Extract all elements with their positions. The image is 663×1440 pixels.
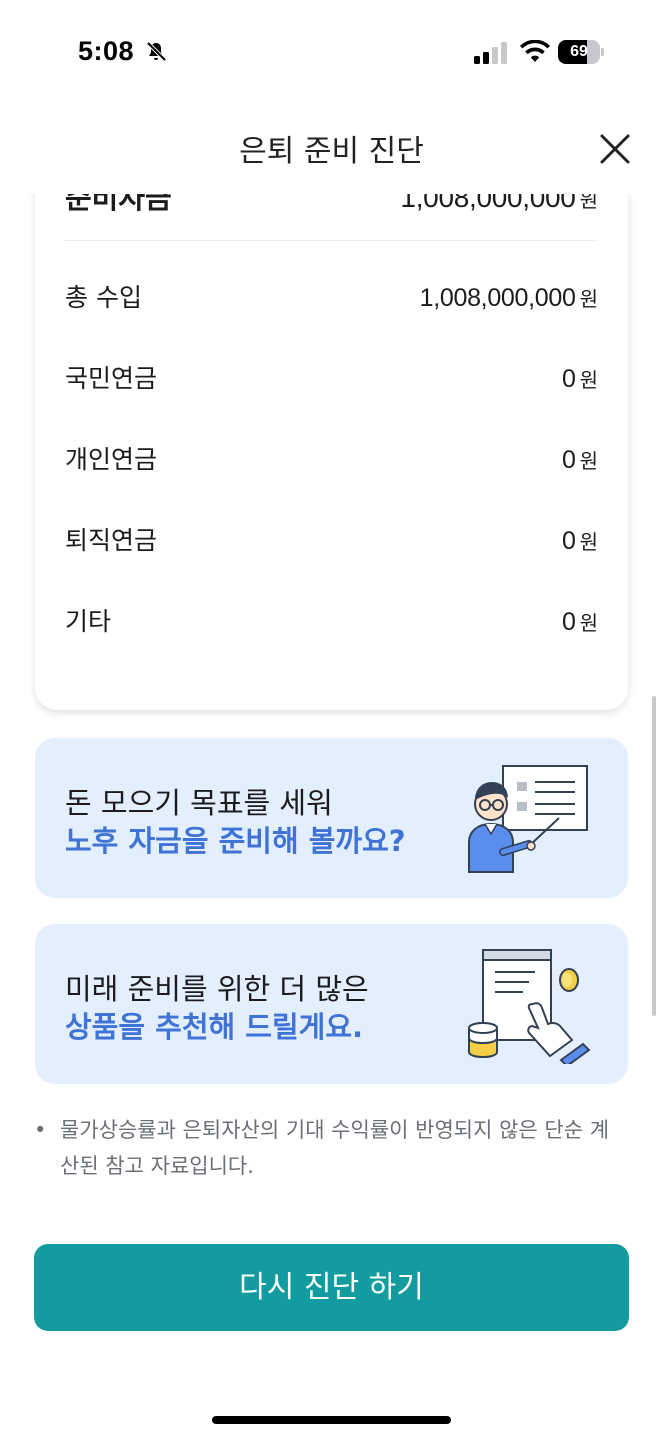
battery-level: 69 <box>570 43 588 60</box>
summary-row-total-income: 총 수입 1,008,000,000 원 <box>65 278 598 318</box>
teacher-board-icon <box>468 765 588 873</box>
summary-main-label: 준비자금 <box>65 194 172 215</box>
row-amount: 0원 <box>561 365 598 393</box>
wifi-icon <box>520 40 550 62</box>
row-label: 총 수입 <box>65 283 142 312</box>
bell-slash-icon <box>146 41 167 62</box>
summary-row-personal-pension: 개인연금 0원 <box>65 440 598 480</box>
promo-highlight: 노후 자금을 준비해 볼까요? <box>65 824 406 858</box>
close-icon[interactable] <box>596 130 634 168</box>
status-time: 5:08 <box>78 36 135 66</box>
page-title: 은퇴 준비 진단 <box>239 134 424 169</box>
bullet: • <box>34 1118 47 1142</box>
promo-text: 미래 준비를 위한 더 많은 <box>65 972 369 1006</box>
row-amount: 1,008,000,000 원 <box>419 284 598 312</box>
row-label: 퇴직연금 <box>65 526 158 555</box>
battery-indicator: 69 <box>558 40 604 64</box>
summary-main-amount: 1,008,000,000 원 <box>400 194 598 213</box>
summary-main-row: 준비자금 1,008,000,000 원 <box>65 194 598 218</box>
summary-row-other: 기타 0원 <box>65 602 598 642</box>
promo-banner-savings-goal[interactable]: 돈 모으기 목표를 세워 노후 자금을 준비해 볼까요? <box>35 738 628 898</box>
scroll-content[interactable]: 준비자금 1,008,000,000 원 총 수입 1,008,000,000 원 … <box>0 194 663 1240</box>
rediagnose-button[interactable]: 다시 진단 하기 <box>34 1244 629 1331</box>
disclaimer-note: • 물가상승률과 은퇴자산의 기대 수익률이 반영되지 않은 단순 계산된 참고… <box>34 1112 628 1184</box>
divider <box>65 240 598 241</box>
summary-card: 준비자금 1,008,000,000 원 총 수입 1,008,000,000 원 … <box>35 194 628 710</box>
summary-row-retirement-pension: 퇴직연금 0원 <box>65 521 598 561</box>
promo-text: 돈 모으기 목표를 세워 <box>65 786 333 820</box>
home-indicator[interactable] <box>212 1416 451 1424</box>
scrollbar[interactable] <box>652 696 656 1016</box>
row-label: 개인연금 <box>65 445 158 474</box>
summary-row-national-pension: 국민연금 0원 <box>65 359 598 399</box>
cellular-signal-icon <box>474 42 507 64</box>
status-bar: 5:08 69 <box>0 0 663 100</box>
row-amount: 0원 <box>561 527 598 555</box>
disclaimer-text: 물가상승률과 은퇴자산의 기대 수익률이 반영되지 않은 단순 계산된 참고 자… <box>60 1118 610 1178</box>
document-coins-icon <box>468 949 591 1064</box>
row-amount: 0원 <box>561 608 598 636</box>
row-amount: 0원 <box>561 446 598 474</box>
promo-banner-product-recommend[interactable]: 미래 준비를 위한 더 많은 상품을 추천해 드릴게요. <box>35 924 628 1084</box>
row-label: 기타 <box>65 607 112 636</box>
row-label: 국민연금 <box>65 364 158 393</box>
promo-highlight: 상품을 추천해 드릴게요. <box>65 1010 364 1044</box>
